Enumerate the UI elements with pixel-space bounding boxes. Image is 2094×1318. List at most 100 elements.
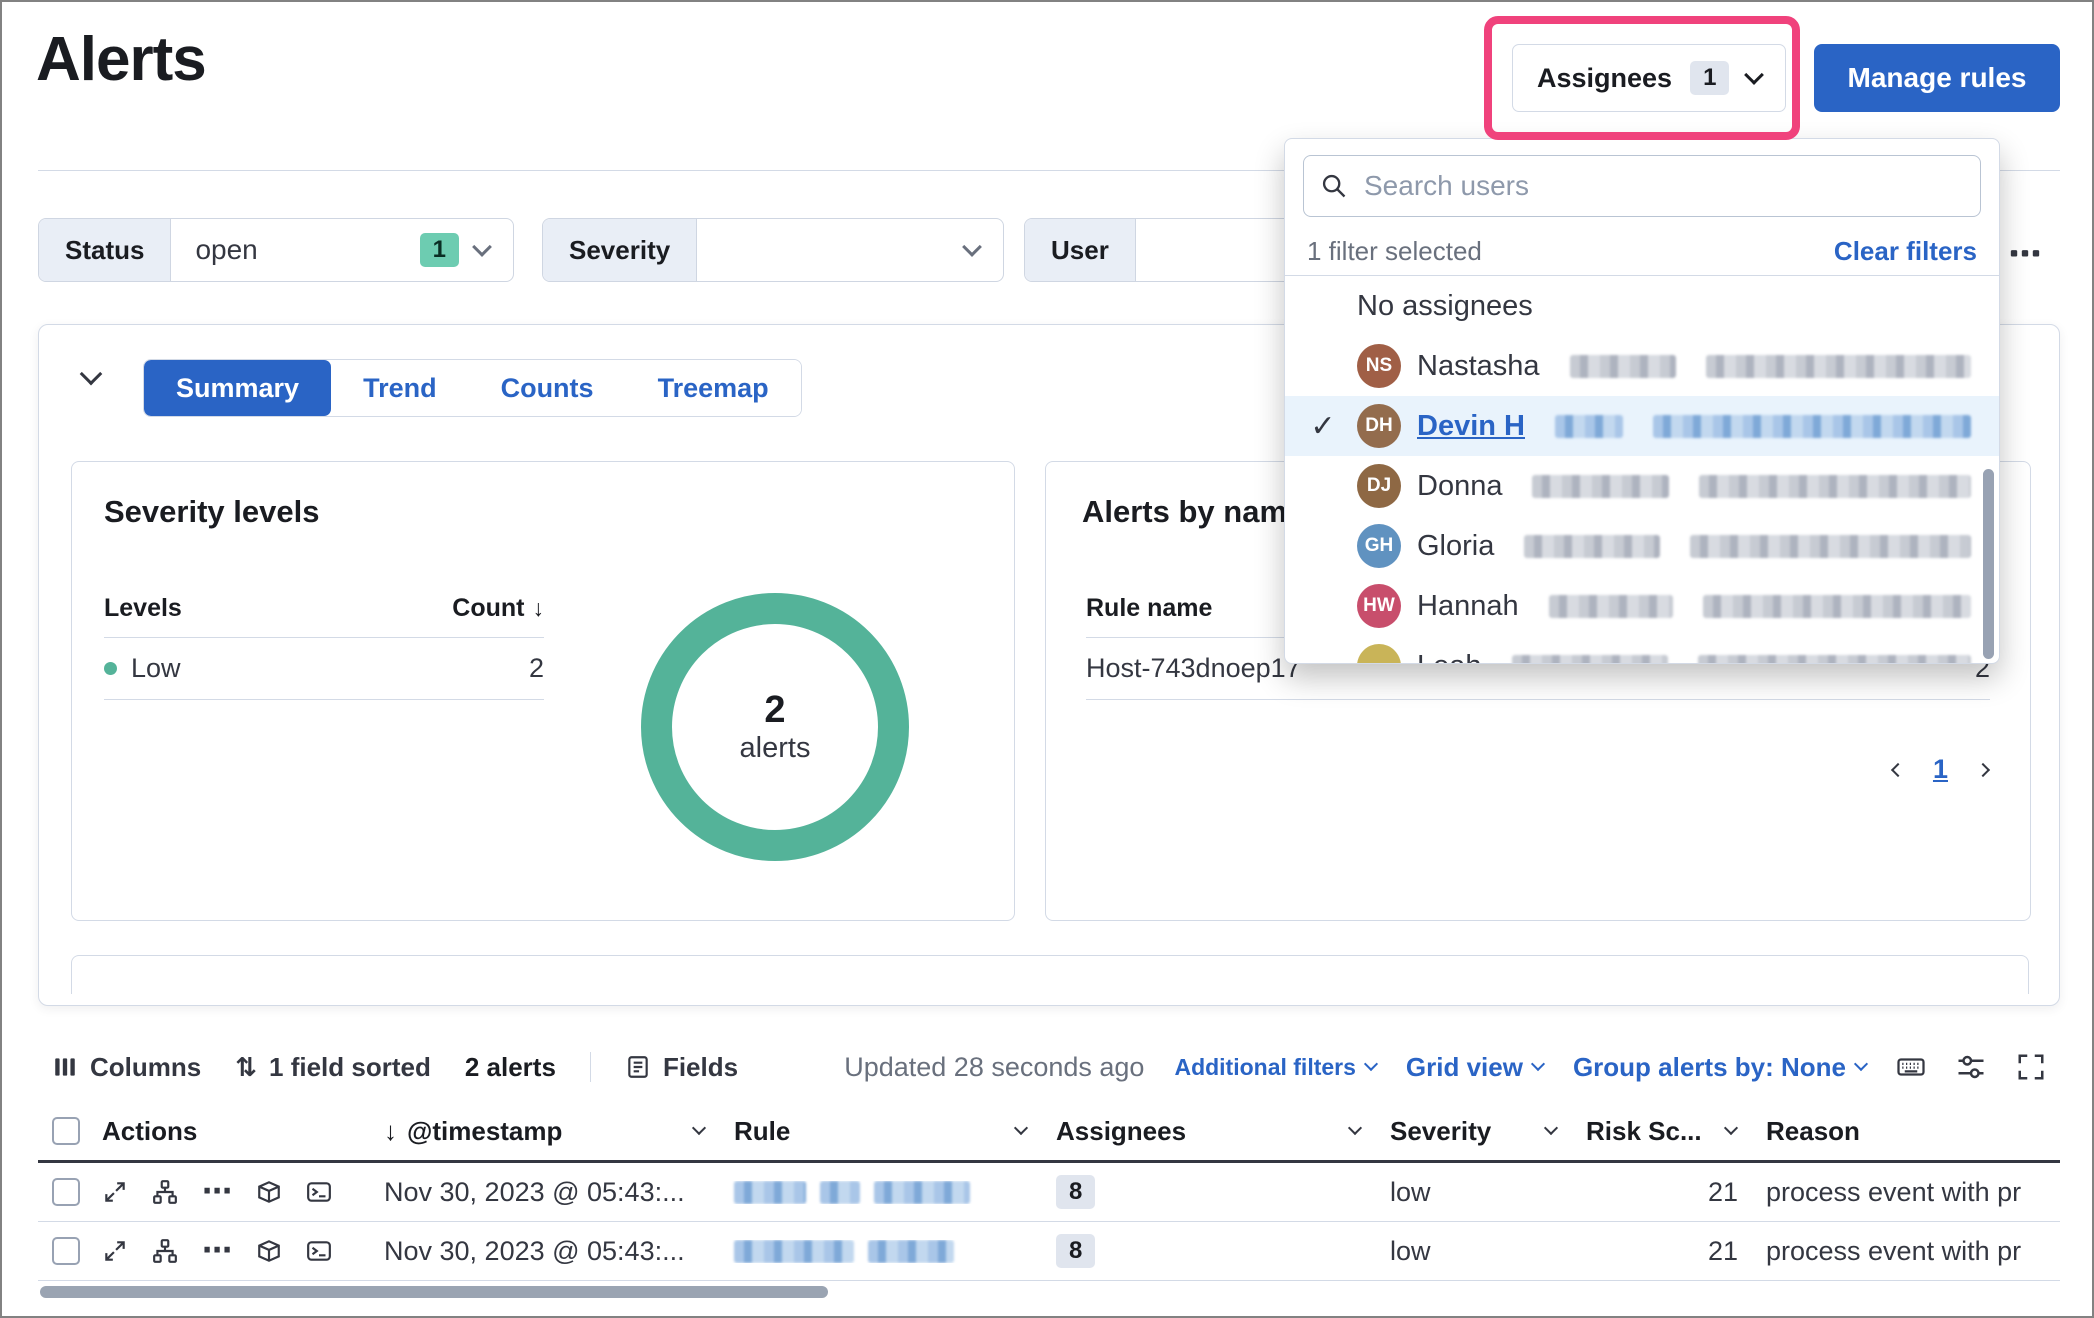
severity-filter-select[interactable] (697, 219, 1003, 281)
assignee-option[interactable]: Leah (1285, 636, 1999, 664)
column-header-severity[interactable]: Severity (1382, 1116, 1578, 1147)
column-menu-icon[interactable] (1544, 1121, 1558, 1135)
alerts-by-name-title: Alerts by name (1082, 494, 1304, 530)
avatar: HW (1357, 584, 1401, 628)
row-checkbox[interactable] (52, 1178, 80, 1206)
next-page-icon[interactable] (1976, 762, 1990, 776)
event-package-icon[interactable] (256, 1179, 282, 1205)
select-all-checkbox[interactable] (52, 1117, 80, 1145)
status-filter-label: Status (39, 219, 171, 281)
session-view-icon[interactable] (306, 1179, 332, 1205)
risk-score-cell: 21 (1578, 1236, 1758, 1267)
redacted-text (1549, 595, 1673, 618)
status-filter-group: Status open 1 (38, 218, 514, 282)
tab-treemap[interactable]: Treemap (626, 360, 801, 416)
option-label: Devin H (1417, 410, 1525, 443)
column-menu-icon[interactable] (1348, 1121, 1362, 1135)
chevron-down-icon (472, 237, 492, 257)
assignee-option[interactable]: NS Nastasha (1285, 336, 1999, 396)
rule-name-column-header: Rule name (1086, 594, 1212, 623)
manage-rules-button[interactable]: Manage rules (1814, 44, 2060, 112)
assignees-cell-badge[interactable]: 8 (1056, 1175, 1095, 1210)
page-number[interactable]: 1 (1933, 754, 1948, 785)
tab-trend[interactable]: Trend (331, 360, 469, 416)
expand-alert-icon[interactable] (102, 1238, 128, 1264)
assignee-option[interactable]: GH Gloria (1285, 516, 1999, 576)
fullscreen-icon[interactable] (2016, 1052, 2046, 1082)
assignee-option-none[interactable]: No assignees (1285, 276, 1999, 336)
grid-view-button[interactable]: Grid view (1406, 1052, 1543, 1083)
collapsed-section-panel (71, 955, 2029, 994)
avatar: NS (1357, 344, 1401, 388)
horizontal-scrollbar[interactable] (40, 1286, 828, 1298)
low-severity-dot (104, 662, 117, 675)
view-tab-group: Summary Trend Counts Treemap (143, 359, 802, 417)
popover-scrollbar[interactable] (1983, 469, 1994, 659)
redacted-text (1512, 655, 1668, 665)
alerts-table-header: Actions ↓ @timestamp Rule Assignees Seve… (38, 1102, 2060, 1163)
display-options-icon[interactable] (1956, 1052, 1986, 1082)
more-actions-icon[interactable]: ⋯ (202, 1236, 232, 1266)
severity-level-label: Low (131, 653, 181, 684)
search-users-input[interactable] (1362, 169, 1964, 203)
severity-filter-group: Severity (542, 218, 1004, 282)
user-search-field (1303, 155, 1981, 217)
previous-page-icon[interactable] (1891, 762, 1905, 776)
keyboard-shortcuts-icon[interactable] (1896, 1052, 1926, 1082)
column-header-actions: Actions (94, 1116, 376, 1147)
assignee-option[interactable]: DJ Donna (1285, 456, 1999, 516)
column-header-assignees[interactable]: Assignees (1048, 1116, 1382, 1147)
column-header-timestamp[interactable]: ↓ @timestamp (376, 1116, 726, 1147)
alerts-page: Alerts Assignees 1 Manage rules Status o… (0, 0, 2094, 1318)
rule-cell[interactable] (726, 1240, 1048, 1263)
redacted-text (1698, 655, 1971, 665)
analyzer-graph-icon[interactable] (152, 1179, 178, 1205)
group-alerts-by-button[interactable]: Group alerts by: None (1573, 1052, 1866, 1083)
status-filter-select[interactable]: open 1 (171, 219, 513, 281)
updated-timestamp-label: Updated 28 seconds ago (844, 1052, 1144, 1083)
expand-alert-icon[interactable] (102, 1179, 128, 1205)
assignee-option-selected[interactable]: ✓ DH Devin H (1285, 396, 1999, 456)
collapse-panel-icon[interactable] (83, 369, 99, 387)
assignees-filter-button[interactable]: Assignees 1 (1512, 44, 1786, 112)
column-menu-icon[interactable] (1014, 1121, 1028, 1135)
assignees-filter-label: Assignees (1537, 63, 1672, 94)
option-label: Gloria (1417, 530, 1494, 563)
sorted-fields-button[interactable]: ⇅ 1 field sorted (235, 1052, 431, 1083)
option-label: Leah (1417, 650, 1482, 665)
session-view-icon[interactable] (306, 1238, 332, 1264)
more-filters-icon[interactable] (2008, 236, 2042, 275)
severity-level-count: 2 (529, 653, 544, 684)
assignee-option[interactable]: HW Hannah (1285, 576, 1999, 636)
risk-score-cell: 21 (1578, 1177, 1758, 1208)
row-checkbox[interactable] (52, 1237, 80, 1265)
columns-button[interactable]: Columns (52, 1052, 201, 1083)
timestamp-cell: Nov 30, 2023 @ 05:43:... (376, 1236, 726, 1267)
sort-desc-icon: ↓ (384, 1116, 397, 1147)
rule-cell[interactable] (726, 1181, 1048, 1204)
column-menu-icon[interactable] (1724, 1121, 1738, 1135)
assignees-count-badge: 1 (1690, 61, 1729, 96)
avatar: GH (1357, 524, 1401, 568)
column-header-risk-score[interactable]: Risk Sc... (1578, 1116, 1758, 1147)
event-package-icon[interactable] (256, 1238, 282, 1264)
tab-counts[interactable]: Counts (469, 360, 626, 416)
fields-button[interactable]: Fields (625, 1052, 738, 1083)
redacted-text (1555, 415, 1623, 438)
levels-column-header: Levels (104, 594, 182, 623)
redacted-text (1570, 355, 1676, 378)
tab-summary[interactable]: Summary (144, 360, 331, 416)
assignees-option-list: No assignees NS Nastasha ✓ DH Devin H DJ… (1285, 276, 1999, 664)
redacted-text (1524, 535, 1660, 558)
count-column-header[interactable]: Count ↓ (452, 594, 544, 623)
assignees-cell-badge[interactable]: 8 (1056, 1234, 1095, 1269)
column-header-rule[interactable]: Rule (726, 1116, 1048, 1147)
column-menu-icon[interactable] (692, 1121, 706, 1135)
column-header-reason: Reason (1758, 1116, 2060, 1147)
analyzer-graph-icon[interactable] (152, 1238, 178, 1264)
clear-filters-link[interactable]: Clear filters (1834, 236, 1977, 267)
more-actions-icon[interactable]: ⋯ (202, 1177, 232, 1207)
sort-desc-icon: ↓ (533, 595, 545, 622)
additional-filters-button[interactable]: Additional filters (1174, 1054, 1375, 1081)
rule-name-value: Host-743dnoep17 (1086, 653, 1301, 684)
